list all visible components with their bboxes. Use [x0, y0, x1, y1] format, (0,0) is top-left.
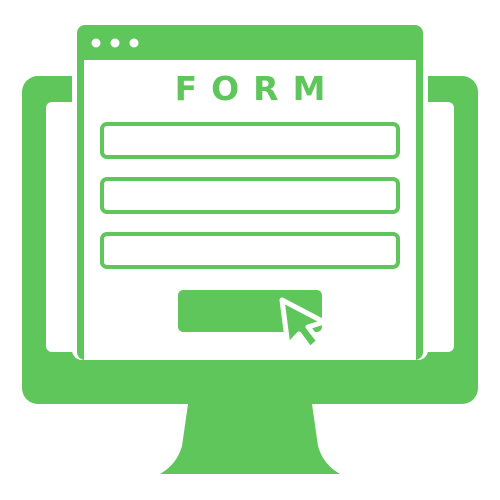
cursor-arrow-icon	[279, 297, 327, 352]
form-title: FORM	[174, 69, 340, 108]
form-field-1[interactable]	[100, 122, 400, 159]
monitor-stand	[160, 404, 340, 474]
form-field-2[interactable]	[100, 177, 400, 214]
window-dots-icon	[91, 38, 139, 48]
form-illustration: FORM	[0, 0, 500, 500]
form-field-3[interactable]	[100, 232, 400, 269]
